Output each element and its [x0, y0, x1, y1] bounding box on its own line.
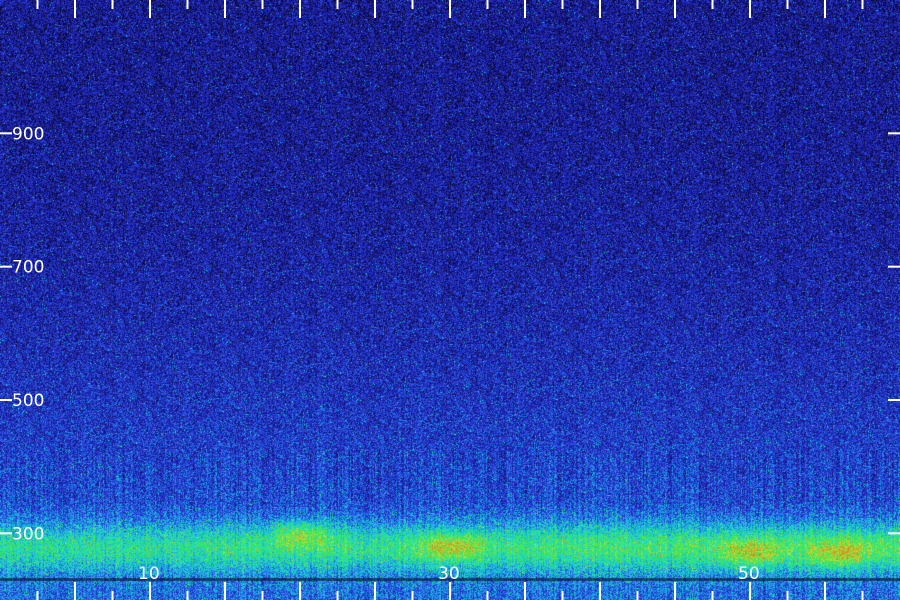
axes-overlay: 10 30 50 300 500 700 900 — [0, 0, 900, 600]
y-tick-label: 500 — [12, 391, 44, 411]
x-tick-label: 50 — [738, 564, 760, 584]
x-tick-label: 10 — [138, 564, 160, 584]
x-tick-label: 30 — [438, 564, 460, 584]
y-axis-ticks: 300 500 700 900 — [0, 124, 900, 544]
x-axis-ticks: 10 30 50 — [36, 0, 864, 600]
y-tick-label: 300 — [12, 524, 44, 544]
spectrogram-chart: 10 30 50 300 500 700 900 — [0, 0, 900, 600]
y-tick-label: 700 — [12, 258, 44, 278]
y-tick-label: 900 — [12, 124, 44, 144]
